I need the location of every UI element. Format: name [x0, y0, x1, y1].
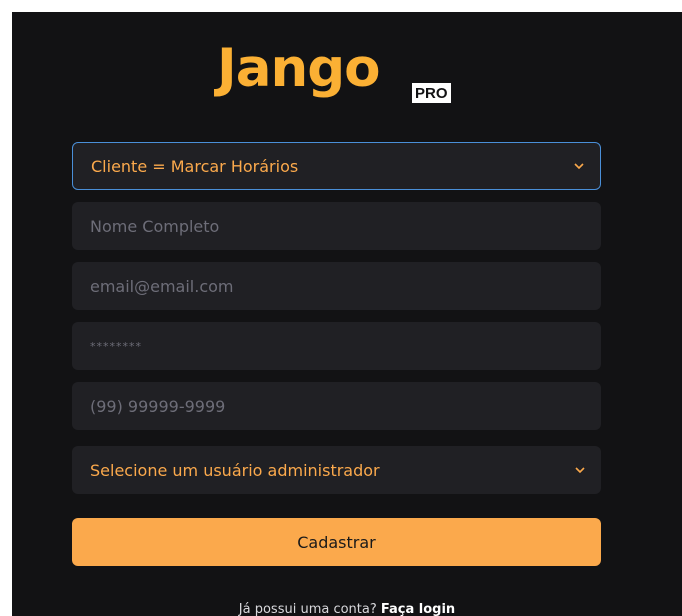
login-prompt: Já possui uma conta? Faça login — [12, 602, 682, 616]
logo-wordmark: Jango — [217, 38, 381, 99]
login-prompt-text: Já possui uma conta? — [238, 602, 381, 616]
login-link[interactable]: Faça login — [381, 602, 455, 616]
role-select-value: Cliente = Marcar Horários — [91, 156, 299, 176]
chevron-down-icon — [569, 466, 591, 474]
admin-select-value: Selecione um usuário administrador — [90, 460, 380, 480]
signup-panel: Jango PRO Cliente = Marcar Horários Nome… — [12, 12, 682, 616]
jango-pro-logo: Jango PRO — [217, 42, 477, 112]
email-field-placeholder: email@email.com — [90, 276, 234, 296]
password-field-placeholder: ******** — [90, 339, 142, 353]
password-field[interactable]: ******** — [72, 322, 601, 370]
admin-select[interactable]: Selecione um usuário administrador — [72, 446, 601, 494]
chevron-down-icon — [568, 162, 590, 170]
name-field-placeholder: Nome Completo — [90, 216, 220, 236]
name-field[interactable]: Nome Completo — [72, 202, 601, 250]
phone-field[interactable]: (99) 99999-9999 — [72, 382, 601, 430]
register-button[interactable]: Cadastrar — [72, 518, 601, 566]
email-field[interactable]: email@email.com — [72, 262, 601, 310]
phone-field-placeholder: (99) 99999-9999 — [90, 396, 226, 416]
logo-pro-badge: PRO — [412, 83, 451, 103]
role-select[interactable]: Cliente = Marcar Horários — [72, 142, 601, 190]
